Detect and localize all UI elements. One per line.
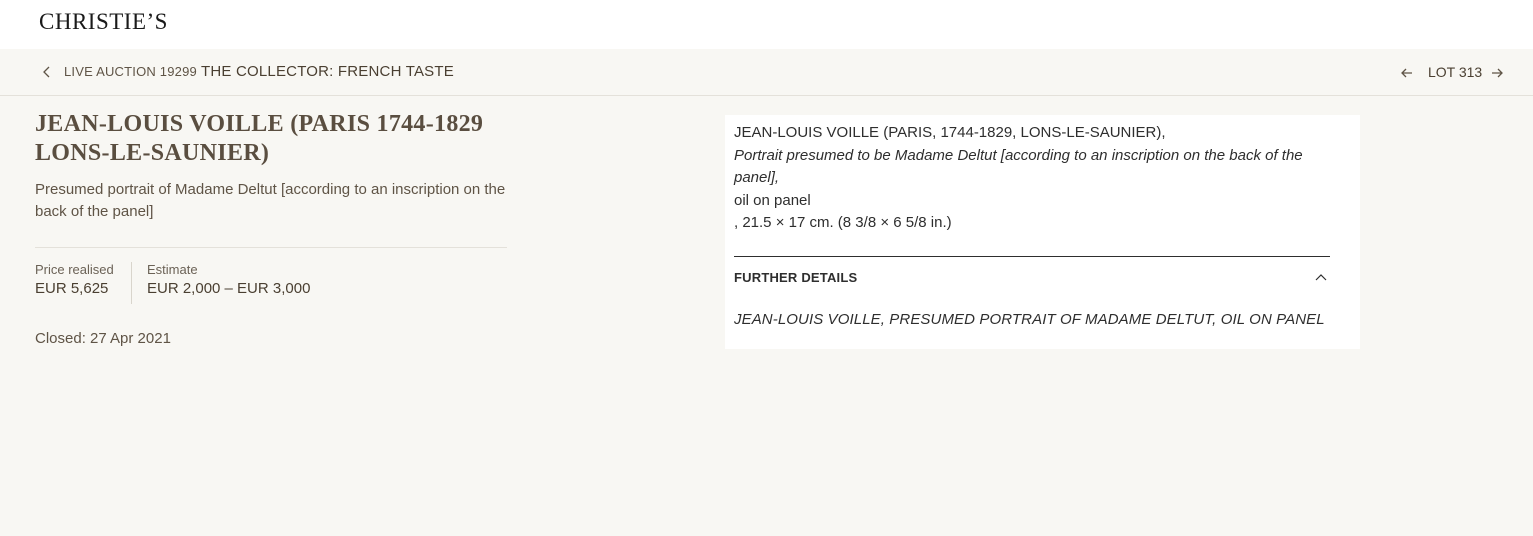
description-medium: oil on panel [734, 191, 811, 209]
lot-artist-title: JEAN-LOUIS VOILLE (PARIS 1744-1829 LONS-… [35, 110, 507, 168]
breadcrumb: LIVE AUCTION 19299 THE COLLECTOR: FRENCH… [0, 49, 1533, 96]
divider [35, 247, 507, 248]
sale-number-link[interactable]: LIVE AUCTION 19299 [64, 64, 197, 79]
further-details-toggle[interactable]: FURTHER DETAILS [734, 256, 1330, 296]
chevron-left-icon[interactable] [40, 65, 54, 79]
description-artist: JEAN-LOUIS VOILLE (PARIS, 1744-1829, LON… [734, 124, 1166, 141]
closed-date: Closed: 27 Apr 2021 [35, 330, 171, 347]
price-block: Price realised EUR 5,625 Estimate EUR 2,… [35, 262, 507, 304]
description-title: Portrait presumed to be Madame Deltut [a… [734, 146, 1303, 187]
lot-description: JEAN-LOUIS VOILLE (PARIS, 1744-1829, LON… [734, 122, 1330, 235]
sale-title-link[interactable]: THE COLLECTOR: FRENCH TASTE [201, 63, 454, 80]
christies-logo[interactable]: CHRISTIE’S [39, 9, 168, 35]
artist-line-2: LONS-LE-SAUNIER) [35, 140, 270, 166]
lot-summary: JEAN-LOUIS VOILLE (PARIS 1744-1829 LONS-… [35, 110, 507, 347]
further-details-label: FURTHER DETAILS [734, 270, 858, 285]
artist-line-1: JEAN-LOUIS VOILLE (PARIS 1744-1829 [35, 111, 484, 137]
site-header: CHRISTIE’S [0, 0, 1533, 49]
chevron-up-icon[interactable] [1314, 271, 1328, 285]
price-realised: Price realised EUR 5,625 [35, 262, 114, 297]
arrow-right-icon[interactable] [1490, 66, 1504, 80]
price-realised-value: EUR 5,625 [35, 280, 109, 297]
lot-subtitle: Presumed portrait of Madame Deltut [acco… [35, 181, 506, 220]
estimate-label: Estimate [147, 262, 198, 277]
lot-details-card: JEAN-LOUIS VOILLE (PARIS, 1744-1829, LON… [725, 115, 1360, 349]
lot-number: LOT 313 [1428, 64, 1483, 80]
estimate-value: EUR 2,000 – EUR 3,000 [147, 280, 311, 297]
further-details-text: JEAN-LOUIS VOILLE, PRESUMED PORTRAIT OF … [734, 311, 1325, 328]
estimate: Estimate EUR 2,000 – EUR 3,000 [131, 262, 310, 304]
arrow-left-icon[interactable] [1400, 66, 1414, 80]
price-realised-label: Price realised [35, 262, 114, 277]
description-dimensions: , 21.5 × 17 cm. (8 3/8 × 6 5/8 in.) [734, 214, 952, 231]
